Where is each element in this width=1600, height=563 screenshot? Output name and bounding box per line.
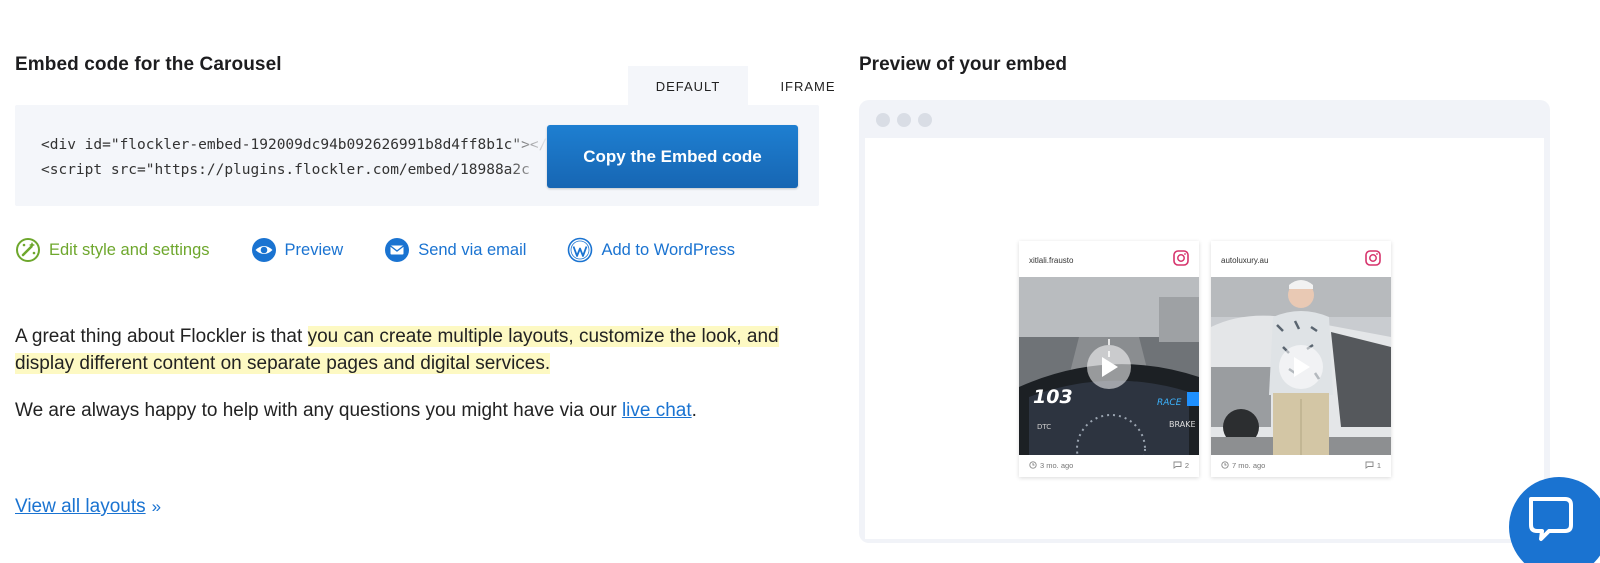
embed-title: Embed code for the Carousel xyxy=(15,54,282,75)
live-chat-link[interactable]: live chat xyxy=(622,400,692,421)
action-links: Edit style and settings Preview Send via… xyxy=(15,236,776,264)
card-timestamp: 3 mo. ago xyxy=(1029,461,1073,470)
chat-bubble-icon xyxy=(1529,497,1573,541)
view-all-layouts-link[interactable]: View all layouts xyxy=(15,496,146,517)
card-time: 7 mo. ago xyxy=(1232,460,1266,470)
card-comments: 1 xyxy=(1365,461,1381,470)
card-time: 3 mo. ago xyxy=(1040,460,1074,470)
card-header: xitlali.frausto xyxy=(1029,249,1189,271)
card-comments: 2 xyxy=(1173,461,1189,470)
embed-code-box: <div id="flockler-embed-192009dc94b09262… xyxy=(15,105,819,206)
preview-viewport: xitlali.frausto 103 RACE BRAKE DTC 3 mo.… xyxy=(865,138,1544,539)
card-header: autoluxury.au xyxy=(1221,249,1381,271)
preview-title: Preview of your embed xyxy=(859,54,1068,75)
carousel-card[interactable]: xitlali.frausto 103 RACE BRAKE DTC 3 mo.… xyxy=(1019,241,1199,477)
card-username: autoluxury.au xyxy=(1221,255,1269,265)
window-dots xyxy=(876,113,939,127)
comment-icon xyxy=(1173,461,1182,469)
play-icon[interactable] xyxy=(1087,345,1131,389)
play-icon[interactable] xyxy=(1279,345,1323,389)
window-dot xyxy=(876,113,890,127)
copy-embed-button[interactable]: Copy the Embed code xyxy=(547,125,798,188)
add-wordpress-link[interactable]: Add to WordPress xyxy=(567,237,735,263)
clock-icon xyxy=(1221,461,1229,469)
para2-end: . xyxy=(691,400,697,421)
edit-style-label: Edit style and settings xyxy=(49,240,210,259)
window-dot xyxy=(918,113,932,127)
svg-text:BRAKE: BRAKE xyxy=(1169,420,1196,429)
comment-icon xyxy=(1365,461,1374,469)
preview-label: Preview xyxy=(284,240,344,259)
send-email-link[interactable]: Send via email xyxy=(384,237,526,263)
svg-text:103: 103 xyxy=(1033,386,1073,408)
help-paragraph: We are always happy to help with any que… xyxy=(15,397,815,424)
wordpress-icon xyxy=(567,237,593,263)
card-footer: 3 mo. ago 2 xyxy=(1029,458,1189,472)
preview-link[interactable]: Preview xyxy=(251,237,344,263)
code-fade xyxy=(507,125,549,189)
view-all-layouts: View all layouts » xyxy=(15,496,161,518)
window-dot xyxy=(897,113,911,127)
card-video-thumbnail[interactable] xyxy=(1211,277,1391,455)
card-timestamp: 7 mo. ago xyxy=(1221,461,1265,470)
card-username: xitlali.frausto xyxy=(1029,255,1074,265)
eye-icon xyxy=(251,237,277,263)
code-line: <script src="https://plugins.flockler.co… xyxy=(41,161,530,178)
layouts-paragraph: A great thing about Flockler is that you… xyxy=(15,323,815,377)
clock-icon xyxy=(1029,461,1037,469)
card-video-thumbnail[interactable]: 103 RACE BRAKE DTC xyxy=(1019,277,1199,455)
instagram-icon xyxy=(1365,249,1381,271)
tab-iframe[interactable]: IFRAME xyxy=(748,66,868,106)
code-line: <div id="flockler-embed-192009dc94b09262… xyxy=(41,137,547,153)
send-email-label: Send via email xyxy=(418,240,527,259)
card-comment-count: 1 xyxy=(1376,460,1381,470)
chevron-right-icon: » xyxy=(151,497,162,516)
para1-text: A great thing about Flockler is that xyxy=(15,326,308,347)
embed-code[interactable]: <div id="flockler-embed-192009dc94b09262… xyxy=(41,133,547,182)
browser-preview: xitlali.frausto 103 RACE BRAKE DTC 3 mo.… xyxy=(859,100,1550,543)
envelope-icon xyxy=(384,237,410,263)
edit-style-link[interactable]: Edit style and settings xyxy=(15,237,210,263)
tab-default[interactable]: DEFAULT xyxy=(628,66,748,106)
embed-tabs: DEFAULT IFRAME xyxy=(628,66,868,106)
magic-wand-icon xyxy=(15,237,41,263)
card-footer: 7 mo. ago 1 xyxy=(1221,458,1381,472)
carousel-card[interactable]: autoluxury.au 7 mo. ago 1 xyxy=(1211,241,1391,477)
card-comment-count: 2 xyxy=(1184,460,1189,470)
svg-text:DTC: DTC xyxy=(1037,423,1051,431)
para2-text: We are always happy to help with any que… xyxy=(15,400,622,421)
add-wordpress-label: Add to WordPress xyxy=(601,240,736,259)
embed-panel: Embed code for the Carousel DEFAULT IFRA… xyxy=(15,0,835,563)
svg-text:RACE: RACE xyxy=(1157,398,1182,408)
instagram-icon xyxy=(1173,249,1189,271)
chat-widget-button[interactable] xyxy=(1509,477,1600,563)
